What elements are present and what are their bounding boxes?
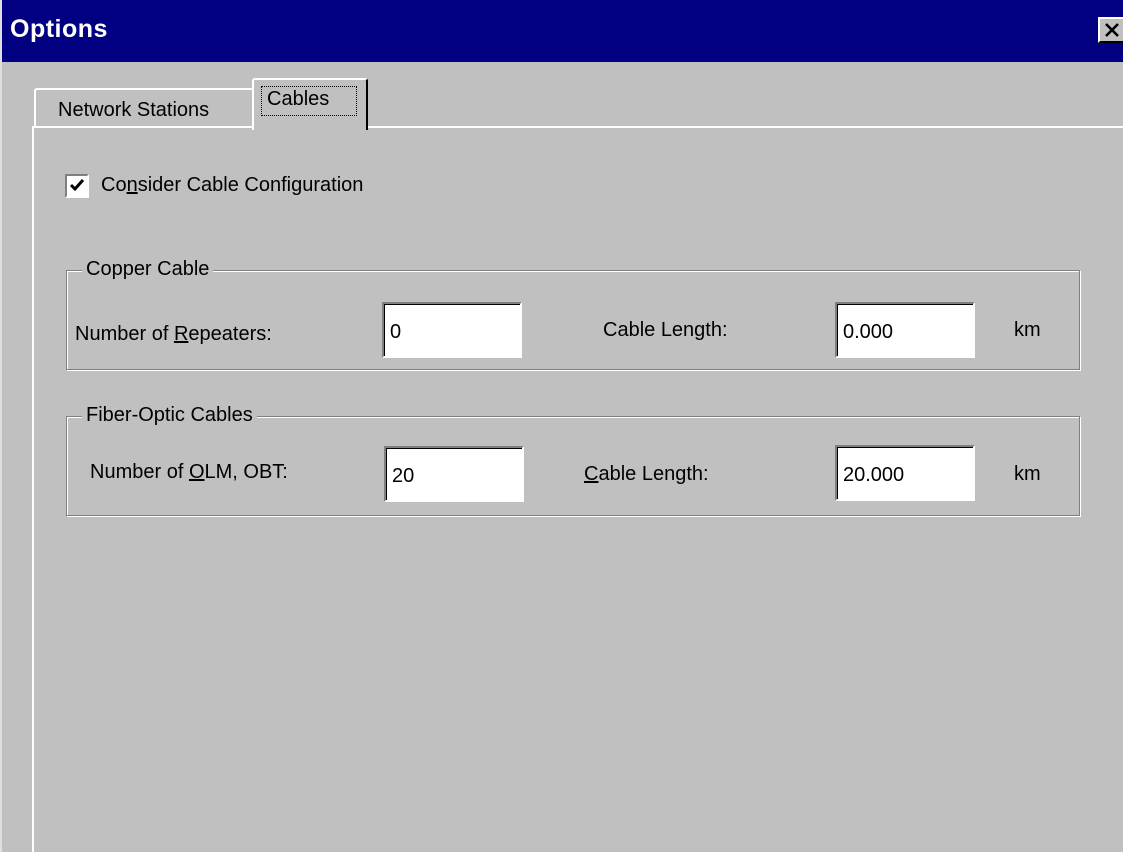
fiber-length-label: Cable Length: <box>584 463 709 485</box>
tab-network-stations[interactable]: Network Stations <box>34 88 256 128</box>
copper-length-input[interactable] <box>835 302 975 358</box>
copper-length-unit: km <box>1014 319 1041 341</box>
window-title: Options <box>10 15 108 43</box>
repeaters-input[interactable] <box>382 302 522 358</box>
copper-length-label: Cable Length: <box>603 319 728 341</box>
options-dialog: Options Network Stations Cables Consider… <box>0 0 1123 852</box>
fiber-optic-legend: Fiber-Optic Cables <box>82 404 257 427</box>
title-bar[interactable]: Options <box>2 0 1123 62</box>
checkmark-icon <box>69 179 85 192</box>
consider-cable-label[interactable]: Consider Cable Configuration <box>101 174 363 197</box>
fiber-length-input[interactable] <box>835 445 975 501</box>
close-button[interactable] <box>1098 17 1123 43</box>
tab-cables-label: Cables <box>267 88 330 110</box>
consider-cable-checkbox[interactable] <box>65 174 89 198</box>
repeaters-label: Number of Repeaters: <box>75 323 272 345</box>
close-icon <box>1104 23 1119 37</box>
fiber-length-unit: km <box>1014 463 1041 485</box>
olm-obt-label: Number of OLM, OBT: <box>90 461 288 483</box>
tab-network-stations-label: Network Stations <box>58 99 210 121</box>
copper-cable-legend: Copper Cable <box>82 258 214 281</box>
tab-cables[interactable]: Cables <box>252 78 368 130</box>
olm-obt-input[interactable] <box>384 446 524 502</box>
